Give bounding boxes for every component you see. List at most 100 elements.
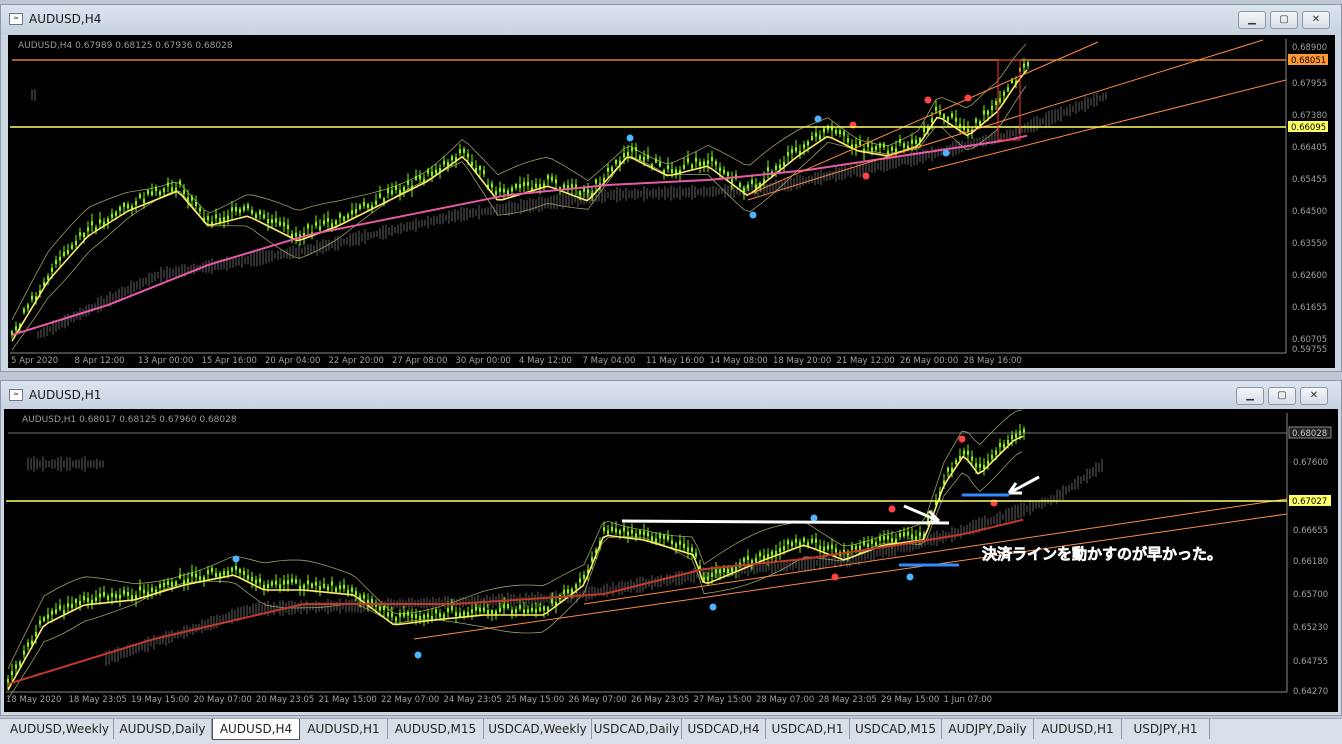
candle-body — [899, 139, 901, 144]
close-button[interactable]: ✕ — [1302, 11, 1330, 29]
candle-body — [443, 160, 445, 165]
candle-body — [451, 156, 453, 161]
chart-area-h4[interactable]: AUDUSD,H4 0.67989 0.68125 0.67936 0.6802… — [8, 35, 1335, 368]
candle-body — [243, 571, 245, 576]
candle-body — [523, 181, 525, 186]
candle-body — [871, 539, 873, 544]
time-axis-label: 22 May 07:00 — [381, 695, 439, 705]
tab-audusd-h1[interactable]: AUDUSD,H1 — [1034, 719, 1122, 739]
close-button[interactable]: ✕ — [1300, 387, 1328, 405]
candle-body — [683, 164, 685, 169]
price-axis-label: 0.67600 — [1293, 458, 1328, 468]
candle-body — [491, 183, 493, 188]
titlebar-h1[interactable]: ≈ AUDUSD,H1 ▁ ▢ ✕ — [1, 381, 1341, 411]
candle-body — [967, 450, 969, 455]
tab-usdcad-daily[interactable]: USDCAD,Daily — [592, 719, 682, 739]
tab-audusd-weekly[interactable]: AUDUSD,Weekly — [6, 719, 114, 739]
candle-body — [287, 580, 289, 585]
candle-body — [547, 607, 549, 612]
moving-average-fast — [7, 435, 1024, 691]
candle-body — [391, 190, 393, 195]
tab-usdcad-m15[interactable]: USDCAD,M15 — [850, 719, 942, 739]
time-axis-label: 15 Apr 16:00 — [202, 356, 257, 366]
tab-usdcad-h1[interactable]: USDCAD,H1 — [766, 719, 850, 739]
candle-body — [235, 565, 237, 570]
candle-body — [471, 161, 473, 166]
candle-body — [931, 118, 933, 123]
candle-body — [459, 612, 461, 617]
tab-audusd-h4[interactable]: AUDUSD,H4 — [212, 719, 300, 740]
price-chart-h4[interactable]: AUDUSD,H4 0.67989 0.68125 0.67936 0.6802… — [8, 35, 1335, 368]
candle-body — [283, 580, 285, 585]
candle-body — [547, 175, 549, 180]
candle-body — [151, 191, 153, 196]
tab-usdjpy-h1[interactable]: USDJPY,H1 — [1122, 719, 1210, 739]
tab-audjpy-daily[interactable]: AUDJPY,Daily — [942, 719, 1034, 739]
candle-body — [683, 543, 685, 548]
candle-body — [711, 572, 713, 577]
candle-body — [623, 527, 625, 532]
candle-body — [259, 578, 261, 583]
maximize-button[interactable]: ▢ — [1268, 387, 1296, 405]
tab-audusd-h1[interactable]: AUDUSD,H1 — [300, 719, 388, 739]
candle-body — [671, 540, 673, 545]
candle-body — [463, 611, 465, 616]
maximize-button[interactable]: ▢ — [1270, 11, 1298, 29]
candle-body — [51, 610, 53, 615]
chart-area-h1[interactable]: AUDUSD,H1 0.68017 0.68125 0.67960 0.6802… — [4, 409, 1338, 712]
candle-body — [199, 207, 201, 212]
tab-audusd-daily[interactable]: AUDUSD,Daily — [114, 719, 212, 739]
chart-window-h4[interactable]: ≈ AUDUSD,H4 ▁ ▢ ✕ AUDUSD,H4 0.67989 0.68… — [0, 4, 1342, 372]
candle-body — [111, 592, 113, 597]
candle-body — [555, 179, 557, 184]
candle-body — [443, 614, 445, 619]
minimize-button[interactable]: ▁ — [1236, 387, 1264, 405]
candle-body — [27, 642, 29, 647]
signal-dot — [924, 96, 932, 104]
candle-body — [687, 158, 689, 163]
candle-body — [19, 661, 21, 666]
candle-body — [571, 183, 573, 188]
candle-body — [387, 612, 389, 617]
candle-body — [415, 614, 417, 619]
candle-body — [703, 161, 705, 166]
candle-body — [87, 597, 89, 602]
candle-body — [511, 609, 513, 614]
time-axis-label: 30 Apr 00:00 — [456, 356, 511, 366]
signal-dot — [906, 573, 914, 581]
titlebar-h4[interactable]: ≈ AUDUSD,H4 ▁ ▢ ✕ — [1, 5, 1341, 35]
price-chart-h1[interactable]: AUDUSD,H1 0.68017 0.68125 0.67960 0.6802… — [4, 409, 1338, 712]
candle-body — [715, 161, 717, 166]
candle-body — [55, 260, 57, 265]
candle-body — [127, 204, 129, 209]
time-axis-label: 24 May 23:05 — [444, 695, 502, 705]
candle-body — [219, 572, 221, 577]
candle-body — [463, 148, 465, 153]
candle-body — [47, 614, 49, 619]
candle-body — [403, 612, 405, 617]
candle-body — [431, 171, 433, 176]
tab-audusd-m15[interactable]: AUDUSD,M15 — [388, 719, 484, 739]
candle-body — [719, 569, 721, 574]
candle-body — [907, 531, 909, 536]
chart-window-h1[interactable]: ≈ AUDUSD,H1 ▁ ▢ ✕ AUDUSD,H1 0.68017 0.68… — [0, 380, 1342, 716]
candle-body — [247, 575, 249, 580]
candle-body — [179, 180, 181, 185]
time-axis-label: 28 May 07:00 — [756, 695, 814, 705]
tab-usdcad-weekly[interactable]: USDCAD,Weekly — [484, 719, 592, 739]
candle-body — [51, 267, 53, 272]
tab-usdcad-h4[interactable]: USDCAD,H4 — [682, 719, 766, 739]
candle-body — [783, 546, 785, 551]
candle-body — [691, 547, 693, 552]
minimize-button[interactable]: ▁ — [1238, 11, 1266, 29]
candle-body — [123, 202, 125, 207]
candle-body — [115, 211, 117, 216]
candle-body — [195, 573, 197, 578]
candle-body — [223, 217, 225, 222]
time-axis-label: 26 May 00:00 — [900, 356, 958, 366]
candle-body — [659, 162, 661, 167]
candle-body — [743, 557, 745, 562]
candle-body — [267, 219, 269, 224]
candle-body — [127, 591, 129, 596]
candle-body — [731, 567, 733, 572]
